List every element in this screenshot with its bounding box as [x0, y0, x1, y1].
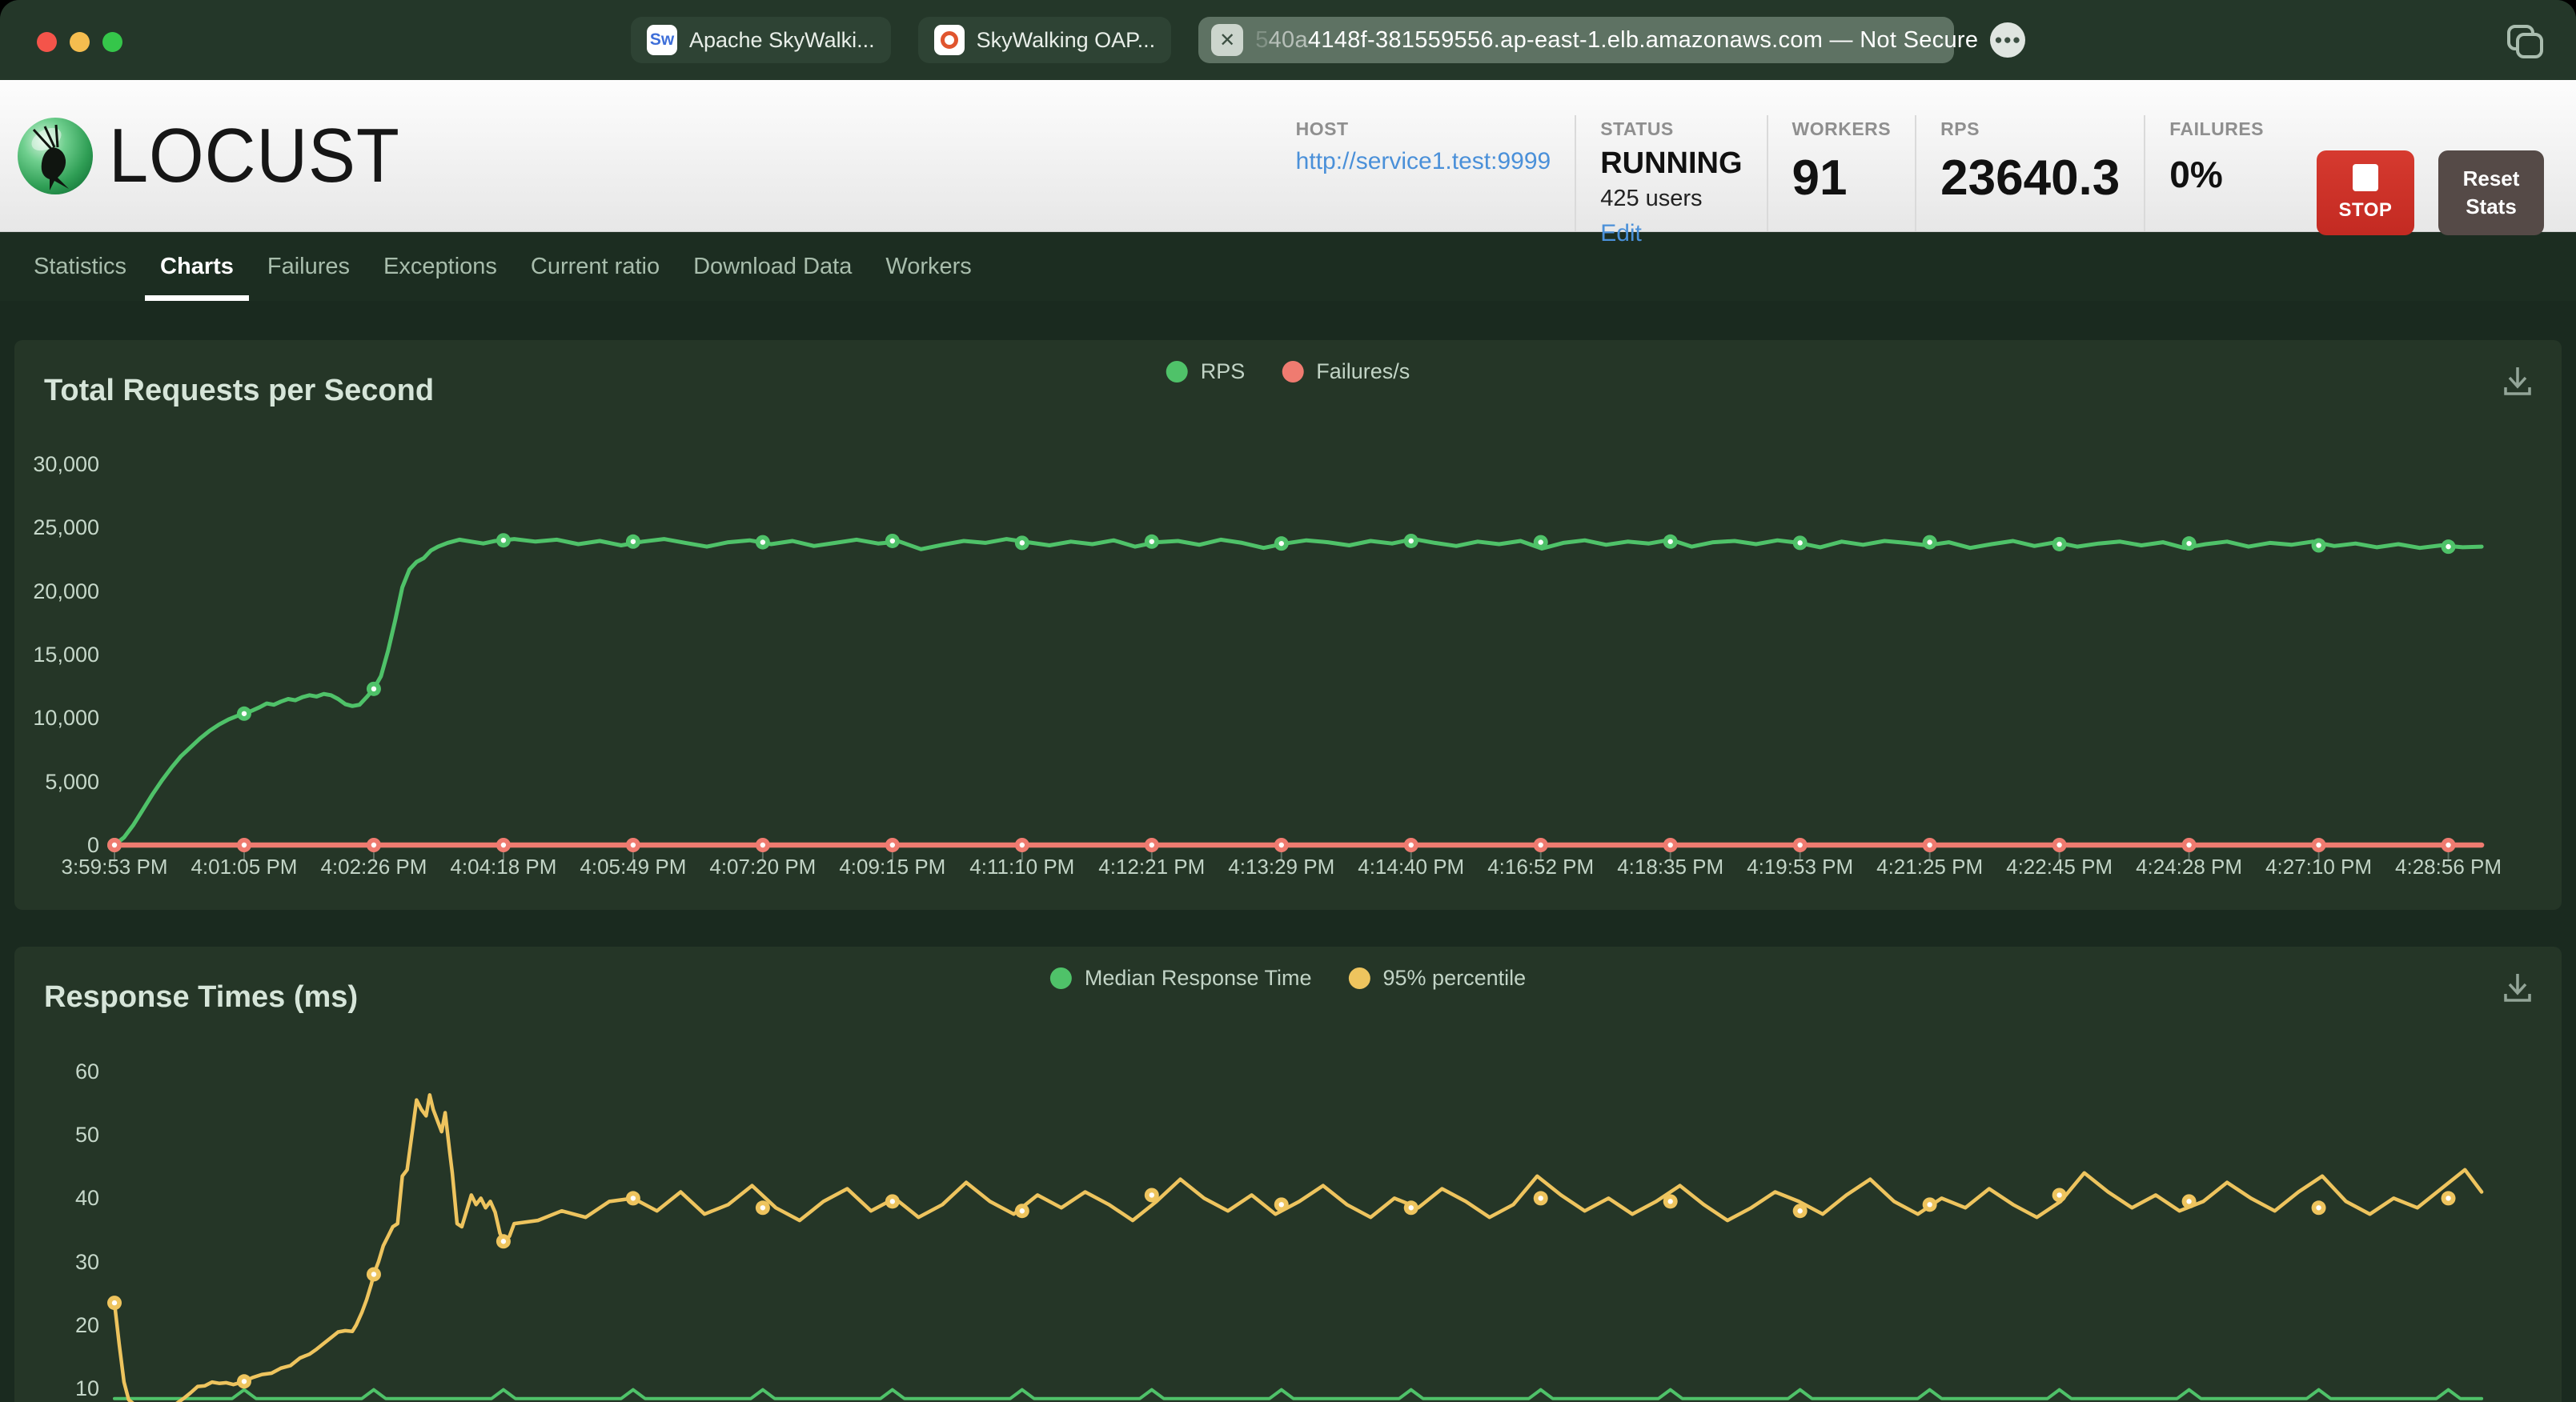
- x-axis-label: 4:18:35 PM: [1617, 855, 1724, 879]
- tab-options-icon[interactable]: ●●●: [1990, 22, 2026, 58]
- traffic-lights: [37, 32, 122, 52]
- x-axis-label: 4:09:15 PM: [839, 855, 946, 879]
- nav-tab-workers[interactable]: Workers: [869, 232, 988, 301]
- chart-panel-response-times: Response Times (ms) Median Response Time…: [14, 947, 2562, 1402]
- browser-titlebar: Sw Apache SkyWalki... SkyWalking OAP... …: [0, 0, 2576, 80]
- browser-window: Sw Apache SkyWalki... SkyWalking OAP... …: [0, 0, 2576, 1402]
- stat-status: STATUS RUNNING 425 users Edit: [1575, 115, 1766, 246]
- stat-failures: FAILURES 0%: [2144, 115, 2288, 231]
- header-stats: HOST http://service1.test:9999 STATUS RU…: [1272, 80, 2576, 246]
- workers-label: WORKERS: [1792, 118, 1892, 139]
- failures-value: 0%: [2169, 154, 2223, 195]
- nav-tab-download-data[interactable]: Download Data: [676, 232, 869, 301]
- logo-wordmark: LOCUST: [109, 112, 400, 198]
- y-axis-label: 30: [74, 1249, 99, 1274]
- y-axis-label: 10,000: [33, 706, 99, 731]
- y-axis-label: 15,000: [33, 643, 99, 667]
- x-axis-label: 4:07:20 PM: [709, 855, 817, 879]
- oap-favicon-icon: [933, 25, 965, 55]
- nav-tabs: Statistics Charts Failures Exceptions Curren…: [0, 232, 2576, 301]
- rps-chart-plot[interactable]: [14, 340, 2562, 910]
- x-axis-label: 4:04:18 PM: [450, 855, 557, 879]
- stop-square-icon: [2353, 164, 2378, 191]
- status-users: 425 users: [1600, 186, 1703, 211]
- tab-label: SkyWalking OAP...: [976, 27, 1156, 52]
- workers-value: 91: [1792, 150, 1848, 206]
- y-axis-label: 40: [74, 1186, 99, 1211]
- nav-tab-exceptions[interactable]: Exceptions: [367, 232, 514, 301]
- y-axis-label: 20,000: [33, 579, 99, 603]
- x-axis-label: 4:13:29 PM: [1228, 855, 1335, 879]
- x-axis-label: 4:01:05 PM: [191, 855, 298, 879]
- close-tab-icon[interactable]: ✕: [1211, 24, 1244, 56]
- close-window-button[interactable]: [37, 32, 57, 52]
- tab-skywalking-oap[interactable]: SkyWalking OAP...: [917, 17, 1172, 63]
- tab-locust-active[interactable]: ✕ 540a4148f-381559556.ap-east-1.elb.amaz…: [1198, 17, 2026, 63]
- x-axis-label: 4:24:28 PM: [2136, 855, 2243, 879]
- locust-header: LOCUST HOST http://service1.test:9999 ST…: [0, 80, 2576, 246]
- stat-rps: RPS 23640.3: [1915, 115, 2144, 231]
- edit-link[interactable]: Edit: [1600, 220, 1642, 247]
- y-axis-label: 60: [74, 1060, 99, 1084]
- x-axis-label: 4:16:52 PM: [1487, 855, 1595, 879]
- x-axis-label: 4:05:49 PM: [580, 855, 687, 879]
- host-label: HOST: [1295, 118, 1349, 139]
- skywalking-favicon-icon: Sw: [647, 25, 677, 55]
- failures-label: FAILURES: [2169, 118, 2264, 139]
- nav-tab-charts[interactable]: Charts: [143, 232, 251, 301]
- status-label: STATUS: [1600, 118, 1674, 139]
- tab-apache-skywalking[interactable]: Sw Apache SkyWalki...: [631, 17, 891, 63]
- x-axis-label: 4:28:56 PM: [2395, 855, 2502, 879]
- minimize-window-button[interactable]: [70, 32, 90, 52]
- x-axis-label: 4:19:53 PM: [1747, 855, 1854, 879]
- x-axis-label: 4:11:10 PM: [969, 855, 1075, 879]
- stat-host: HOST http://service1.test:9999: [1272, 115, 1575, 231]
- locust-logo: LOCUST: [16, 80, 425, 231]
- response-times-chart-plot[interactable]: [14, 947, 2562, 1402]
- y-axis-label: 20: [74, 1312, 99, 1337]
- y-axis-label: 5,000: [45, 769, 99, 794]
- x-axis-label: 4:14:40 PM: [1358, 855, 1465, 879]
- y-axis-label: 50: [74, 1123, 99, 1148]
- nav-tab-statistics[interactable]: Statistics: [17, 232, 143, 301]
- tab-label: Apache SkyWalki...: [689, 27, 875, 52]
- x-axis-label: 4:22:45 PM: [2006, 855, 2113, 879]
- nav-tab-failures[interactable]: Failures: [251, 232, 367, 301]
- host-link[interactable]: http://service1.test:9999: [1296, 148, 1551, 175]
- nav-tab-current-ratio[interactable]: Current ratio: [514, 232, 676, 301]
- x-axis-label: 3:59:53 PM: [61, 855, 168, 879]
- reset-stats-button[interactable]: Reset Stats: [2438, 150, 2544, 235]
- rps-value: 23640.3: [1940, 150, 2121, 206]
- x-axis-label: 4:27:10 PM: [2265, 855, 2373, 879]
- y-axis-label: 10: [74, 1376, 99, 1400]
- x-axis-label: 4:02:26 PM: [320, 855, 427, 879]
- y-axis-label: 30,000: [33, 452, 99, 476]
- copy-tabs-icon[interactable]: [2506, 24, 2546, 65]
- chart-panel-rps: Total Requests per Second RPS Failures/s …: [14, 340, 2562, 910]
- stop-button[interactable]: STOP: [2317, 150, 2414, 235]
- x-axis-label: 4:21:25 PM: [1876, 855, 1984, 879]
- y-axis-label: 25,000: [33, 515, 99, 540]
- x-axis-label: 4:12:21 PM: [1098, 855, 1206, 879]
- locust-logo-icon: [18, 117, 93, 194]
- address-url: 540a4148f-381559556.ap-east-1.elb.amazon…: [1255, 26, 1979, 53]
- zoom-window-button[interactable]: [102, 32, 122, 52]
- status-value: RUNNING: [1600, 146, 1743, 180]
- rps-label: RPS: [1940, 118, 1980, 139]
- tab-strip: Sw Apache SkyWalki... SkyWalking OAP... …: [631, 17, 2026, 63]
- stat-workers: WORKERS 91: [1766, 115, 1916, 231]
- page-content: Total Requests per Second RPS Failures/s …: [0, 301, 2576, 1402]
